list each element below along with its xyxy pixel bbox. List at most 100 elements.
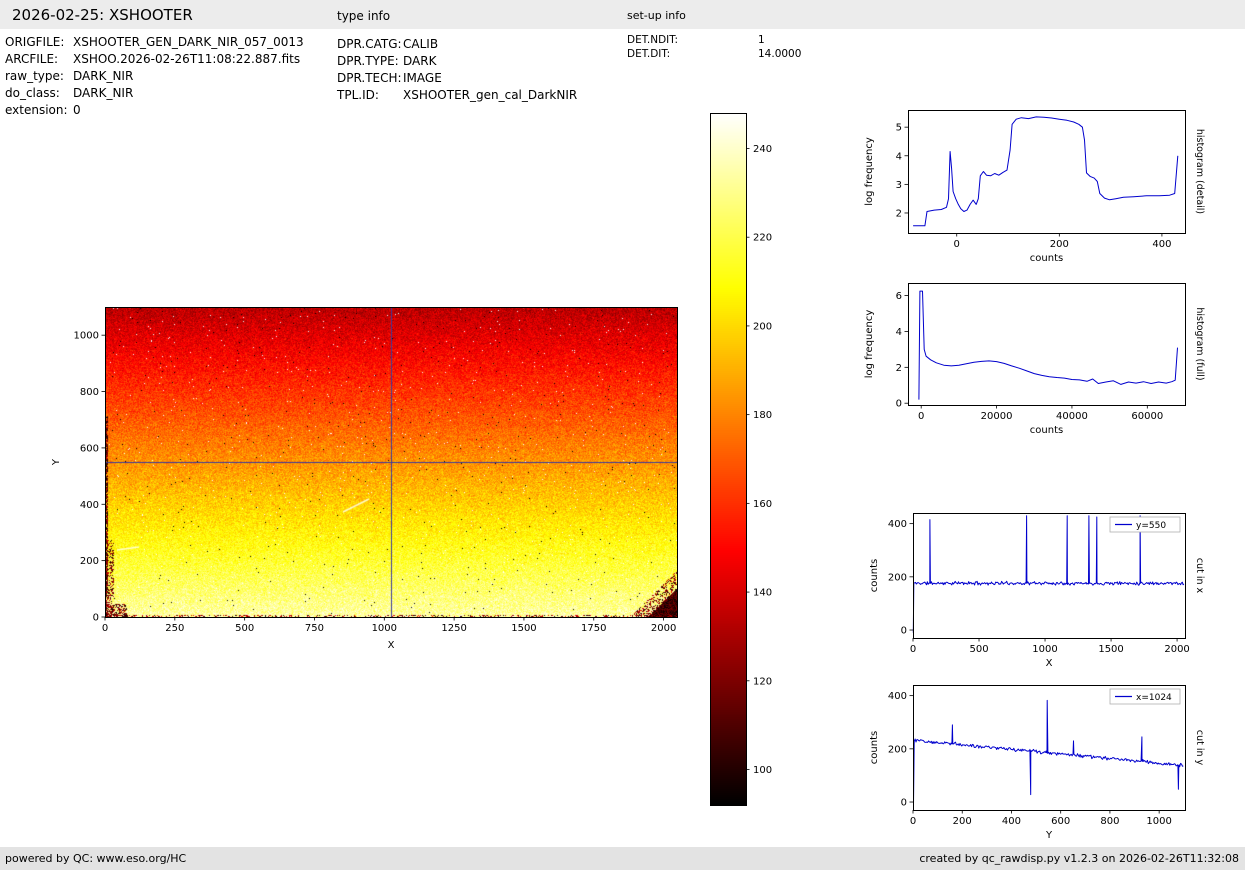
svg-text:X: X — [388, 640, 395, 651]
svg-text:x=1024: x=1024 — [1136, 693, 1172, 703]
svg-text:cut in x: cut in x — [1194, 558, 1205, 594]
svg-text:400: 400 — [80, 500, 99, 511]
svg-text:180: 180 — [753, 410, 772, 421]
page-title: 2026-02-25: XSHOOTER — [12, 6, 193, 24]
svg-text:4: 4 — [896, 151, 902, 162]
colorbar-axes: 100 120 140 160 180 200 220 240 — [710, 113, 772, 806]
extension-row: extension: 0 — [5, 102, 304, 119]
svg-text:20000: 20000 — [981, 411, 1013, 422]
type-info-block: DPR.CATG:CALIB DPR.TYPE: DARK DPR.TECH:IM… — [337, 36, 577, 104]
svg-text:0: 0 — [901, 626, 907, 637]
tpl-id-value: XSHOOTER_gen_cal_DarkNIR — [403, 88, 578, 102]
svg-text:2000: 2000 — [651, 623, 676, 634]
do-class-label: do_class: — [5, 86, 60, 100]
extension-value: 0 — [73, 103, 81, 117]
chart-axes: 0 500 1000 1500 2000 0 200 400 Xcounts cut in x y=… — [869, 513, 1205, 669]
svg-text:0: 0 — [918, 411, 924, 422]
raw-type-value: DARK_NIR — [73, 69, 134, 83]
header-bar: 2026-02-25: XSHOOTER type info set-up in… — [0, 0, 1245, 29]
det-dit-label: DET.DIT: — [627, 48, 671, 60]
svg-text:200: 200 — [80, 556, 99, 567]
svg-text:counts: counts — [869, 731, 880, 764]
origfile-row: ORIGFILE: XSHOOTER_GEN_DARK_NIR_057_0013 — [5, 34, 304, 51]
tpl-id-label: TPL.ID: — [337, 88, 379, 102]
svg-text:log frequency: log frequency — [864, 137, 875, 206]
dpr-tech-row: DPR.TECH:IMAGE — [337, 70, 577, 87]
tpl-id-row: TPL.ID: XSHOOTER_gen_cal_DarkNIR — [337, 87, 577, 104]
svg-text:400: 400 — [1002, 816, 1021, 827]
chart-axes: 0 200 400 2 3 4 5 counts log frequency histogram … — [864, 110, 1205, 264]
svg-text:200: 200 — [953, 816, 972, 827]
extension-label: extension: — [5, 103, 68, 117]
raw-type-row: raw_type: DARK_NIR — [5, 68, 304, 85]
svg-text:240: 240 — [753, 144, 772, 155]
svg-text:0: 0 — [910, 816, 916, 827]
svg-text:2: 2 — [896, 363, 902, 374]
svg-text:600: 600 — [1051, 816, 1070, 827]
svg-text:0: 0 — [896, 399, 902, 410]
svg-text:400: 400 — [1152, 239, 1171, 250]
chart-axes: 0 250 500 750 1000 1250 1500 1750 2000 0 200 400 600… — [51, 307, 678, 651]
svg-text:6: 6 — [896, 291, 902, 302]
footer-bar: powered by QC: www.eso.org/HC created by… — [0, 847, 1245, 870]
svg-text:750: 750 — [305, 623, 324, 634]
svg-text:1250: 1250 — [441, 623, 466, 634]
svg-text:500: 500 — [235, 623, 254, 634]
origfile-value: XSHOOTER_GEN_DARK_NIR_057_0013 — [73, 35, 304, 49]
svg-text:counts: counts — [869, 559, 880, 592]
setup-info-block: DET.NDIT: 1 DET.DIT: 14.0000 — [627, 33, 801, 61]
dpr-catg-label: DPR.CATG: — [337, 37, 402, 51]
svg-text:200: 200 — [888, 572, 907, 583]
raw-image-plot: 0 250 500 750 1000 1250 1500 1750 2000 0 200 400 600… — [40, 297, 700, 667]
svg-text:5: 5 — [896, 123, 902, 134]
svg-text:counts: counts — [1030, 425, 1063, 436]
svg-text:0: 0 — [954, 239, 960, 250]
det-ndit-row: DET.NDIT: 1 — [627, 33, 801, 47]
svg-text:60000: 60000 — [1131, 411, 1163, 422]
svg-text:120: 120 — [753, 676, 772, 687]
type-info-heading: type info — [337, 9, 391, 23]
colorbar: 100 120 140 160 180 200 220 240 — [700, 105, 805, 817]
svg-text:140: 140 — [753, 588, 772, 599]
svg-text:250: 250 — [165, 623, 184, 634]
svg-text:1500: 1500 — [511, 623, 536, 634]
arcfile-value: XSHOO.2026-02-26T11:08:22.887.fits — [73, 52, 301, 66]
svg-text:200: 200 — [1050, 239, 1069, 250]
det-ndit-label: DET.NDIT: — [627, 34, 679, 46]
dpr-type-label: DPR.TYPE: — [337, 54, 399, 68]
svg-text:X: X — [1046, 658, 1053, 669]
svg-text:y=550: y=550 — [1136, 521, 1166, 531]
chart-axes: 0 200 400 600 800 1000 0 200 400 Ycounts cut in y x… — [869, 685, 1205, 841]
det-ndit-value: 1 — [758, 34, 765, 46]
origfile-label: ORIGFILE: — [5, 35, 65, 49]
dpr-catg-value: CALIB — [403, 37, 439, 51]
footer-right-text: created by qc_rawdisp.py v1.2.3 on 2026-… — [919, 852, 1239, 865]
dpr-tech-value: IMAGE — [403, 71, 442, 85]
svg-text:1000: 1000 — [1032, 644, 1057, 655]
do-class-value: DARK_NIR — [73, 86, 134, 100]
svg-text:Y: Y — [51, 458, 62, 466]
dpr-type-value: DARK — [403, 54, 437, 68]
cut-in-x-plot: 0 500 1000 1500 2000 0 200 400 Xcounts cut in x y=… — [855, 503, 1215, 673]
cut-in-y-plot: 0 200 400 600 800 1000 0 200 400 Ycounts cut in y x… — [855, 675, 1215, 845]
svg-text:0: 0 — [93, 613, 99, 624]
svg-text:40000: 40000 — [1056, 411, 1088, 422]
svg-text:counts: counts — [1030, 253, 1063, 264]
svg-text:200: 200 — [753, 321, 772, 332]
chart-axes: 0 20000 40000 60000 0 2 4 6 counts log frequency h… — [864, 283, 1205, 436]
arcfile-row: ARCFILE: XSHOO.2026-02-26T11:08:22.887.fi… — [5, 51, 304, 68]
svg-text:200: 200 — [888, 744, 907, 755]
setup-info-heading: set-up info — [627, 9, 686, 22]
svg-text:1750: 1750 — [581, 623, 606, 634]
svg-text:1000: 1000 — [372, 623, 397, 634]
arcfile-label: ARCFILE: — [5, 52, 59, 66]
svg-text:1000: 1000 — [1146, 816, 1171, 827]
svg-text:log frequency: log frequency — [864, 310, 875, 379]
svg-text:histogram (detail): histogram (detail) — [1194, 129, 1205, 214]
svg-text:160: 160 — [753, 499, 772, 510]
svg-text:3: 3 — [896, 180, 902, 191]
raw-type-label: raw_type: — [5, 69, 64, 83]
svg-text:2: 2 — [896, 208, 902, 219]
svg-text:400: 400 — [888, 519, 907, 530]
svg-text:1000: 1000 — [74, 331, 99, 342]
